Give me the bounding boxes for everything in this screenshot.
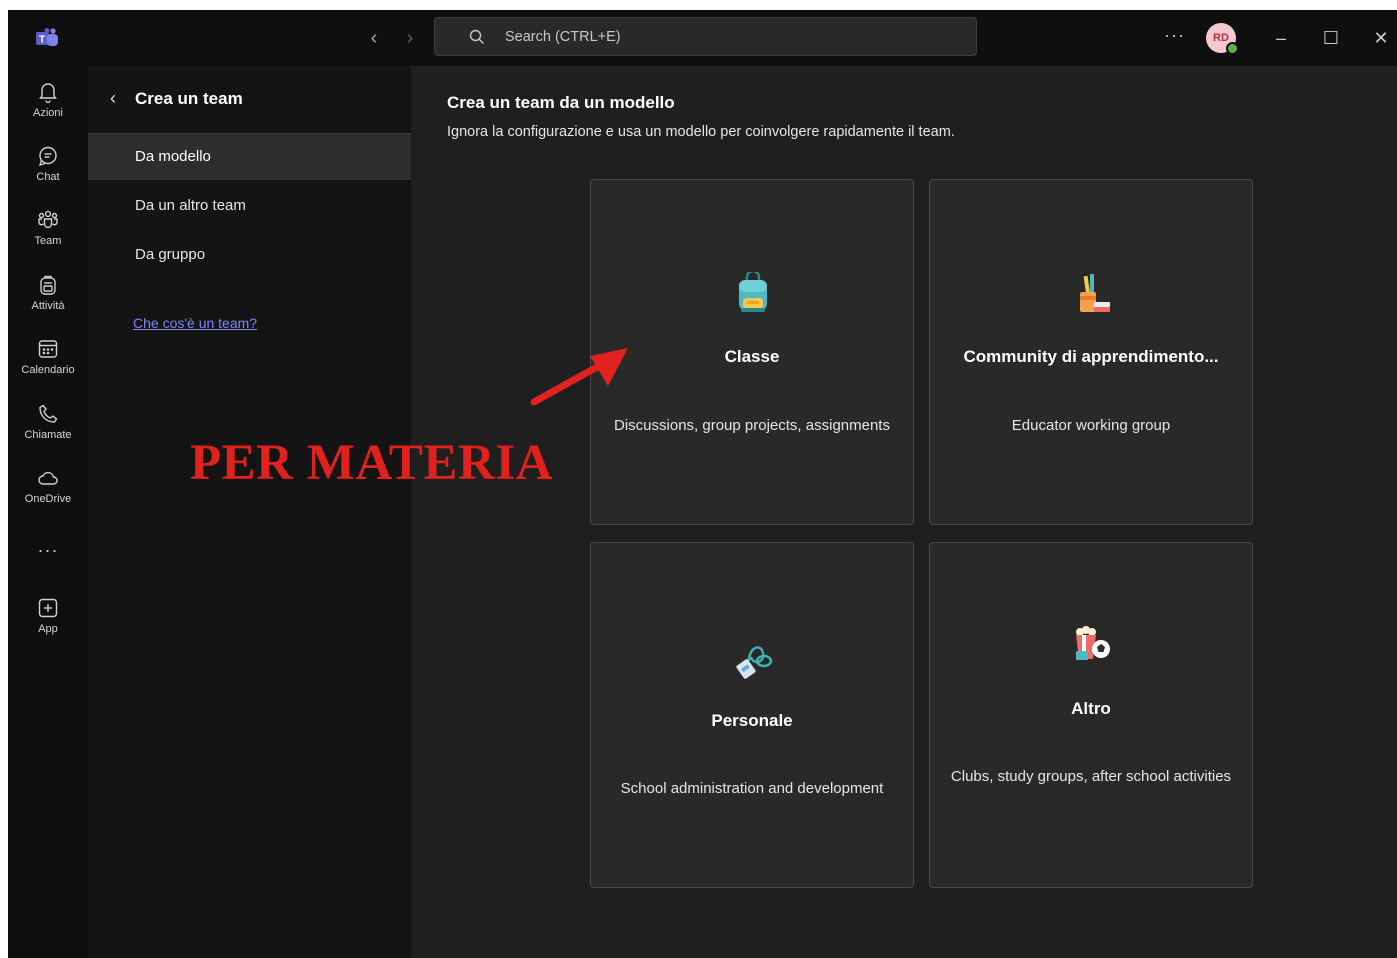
search-placeholder: Search (CTRL+E) — [505, 28, 621, 45]
rail-label: OneDrive — [24, 493, 72, 505]
menu-item-da-modello[interactable]: Da modello — [88, 134, 411, 180]
rail-item-calendario[interactable]: Calendario — [8, 331, 88, 389]
back-arrow-icon[interactable]: ‹ — [362, 24, 386, 52]
rail-label: App — [38, 623, 58, 635]
maximize-icon[interactable]: ☐ — [1316, 24, 1346, 52]
search-icon — [469, 29, 484, 44]
template-card-classe[interactable]: Classe Discussions, group projects, assi… — [590, 179, 914, 525]
bell-icon — [39, 83, 57, 104]
rail-label: Calendario — [21, 364, 75, 376]
create-team-panel: ‹ Crea un team Da modello Da un altro te… — [88, 66, 411, 958]
backpack-icon — [739, 272, 767, 312]
rail-item-onedrive[interactable]: OneDrive — [8, 460, 88, 518]
template-card-altro[interactable]: Altro Clubs, study groups, after school … — [929, 542, 1253, 888]
pencil-cup-icon — [1080, 274, 1110, 312]
backpack-icon — [40, 275, 56, 295]
card-title: Community di apprendimento... — [963, 347, 1219, 366]
cloud-icon — [38, 471, 58, 485]
rail-item-attivita[interactable]: Attività — [8, 267, 88, 325]
forward-arrow-icon[interactable]: › — [398, 24, 422, 52]
page-title: Crea un team da un modello — [447, 93, 675, 112]
main-content: Crea un team da un modello Ignora la con… — [411, 66, 1397, 958]
what-is-team-link[interactable]: Che cos'è un team? — [133, 315, 257, 331]
rail-label: Attività — [31, 300, 65, 312]
search-input[interactable]: Search (CTRL+E) — [434, 17, 977, 56]
back-chevron-icon[interactable]: ‹ — [110, 88, 116, 109]
rail-label: Azioni — [33, 107, 63, 119]
red-arrow-icon — [530, 348, 628, 406]
app-rail: Azioni Chat Team Attività Calendario Chi… — [8, 66, 88, 958]
teams-logo-icon[interactable]: T — [36, 28, 60, 48]
calendar-icon — [38, 340, 58, 358]
presence-available-icon — [1226, 42, 1239, 55]
more-options-icon[interactable]: ··· — [1164, 25, 1185, 46]
card-description: School administration and development — [620, 780, 884, 797]
chat-icon — [38, 146, 57, 167]
template-card-personale[interactable]: Personale School administration and deve… — [590, 542, 914, 888]
menu-item-da-gruppo[interactable]: Da gruppo — [88, 232, 411, 278]
card-description: Discussions, group projects, assignments — [614, 417, 890, 434]
template-card-community[interactable]: Community di apprendimento... Educator w… — [929, 179, 1253, 525]
panel-header: ‹ Crea un team — [88, 66, 411, 134]
rail-item-team[interactable]: Team — [8, 202, 88, 260]
rail-label: Team — [34, 235, 62, 247]
card-title: Classe — [724, 347, 780, 366]
rail-item-chat[interactable]: Chat — [8, 138, 88, 196]
svg-text:T: T — [39, 35, 45, 46]
minimize-icon[interactable]: – — [1266, 24, 1296, 52]
rail-item-azioni[interactable]: Azioni — [8, 74, 88, 132]
annotation-text: PER MATERIA — [190, 435, 553, 491]
close-icon[interactable]: ✕ — [1366, 24, 1396, 52]
id-badge-icon — [736, 646, 773, 679]
more-apps-icon[interactable]: ··· — [8, 540, 88, 561]
team-icon — [38, 210, 58, 229]
add-app-icon — [38, 598, 58, 618]
menu-item-da-altro-team[interactable]: Da un altro team — [88, 183, 411, 229]
page-subtitle: Ignora la configurazione e usa un modell… — [447, 124, 955, 140]
phone-icon — [39, 404, 58, 423]
card-title: Altro — [1071, 699, 1111, 718]
card-title: Personale — [711, 711, 793, 730]
rail-item-chiamate[interactable]: Chiamate — [8, 396, 88, 454]
card-description: Clubs, study groups, after school activi… — [950, 768, 1232, 785]
rail-item-app[interactable]: App — [8, 590, 88, 648]
rail-label: Chat — [36, 171, 60, 183]
title-bar: T ‹ › Search (CTRL+E) ··· RD – ☐ ✕ — [8, 10, 1397, 66]
card-description: Educator working group — [1011, 417, 1171, 434]
panel-title: Crea un team — [135, 89, 243, 108]
popcorn-ball-icon — [1076, 626, 1110, 660]
rail-label: Chiamate — [24, 429, 72, 441]
